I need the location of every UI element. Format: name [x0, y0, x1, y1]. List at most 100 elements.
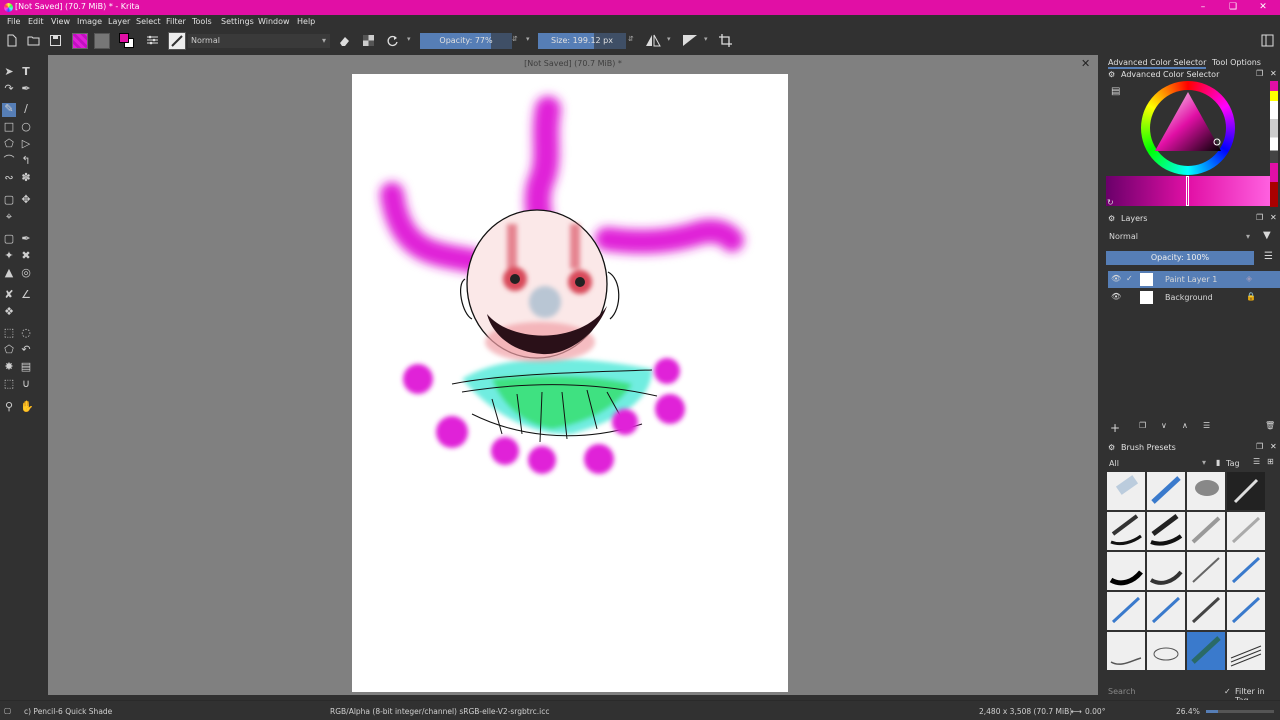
assistant-tool-icon[interactable]: ✘ — [3, 289, 15, 301]
move-tool-icon[interactable]: ✥ — [20, 194, 32, 206]
calligraphy-tool-icon[interactable]: ✒ — [20, 83, 32, 95]
tab-advanced-color-selector[interactable]: Advanced Color Selector — [1108, 58, 1207, 69]
duplicate-layer-icon[interactable]: ❐ — [1139, 421, 1146, 430]
settings-icon[interactable]: ⚙ — [1108, 70, 1115, 79]
brush-preset-pencil-light[interactable] — [1227, 512, 1265, 550]
close-icon[interactable]: ✕ — [1256, 1, 1270, 13]
brush-preset-icon[interactable] — [168, 32, 186, 50]
menu-view[interactable]: View — [51, 17, 70, 26]
opacity-slider[interactable]: Opacity: 77% — [420, 33, 512, 49]
preserve-alpha-icon[interactable] — [362, 34, 375, 47]
menu-edit[interactable]: Edit — [28, 17, 44, 26]
brush-preset-brush-black[interactable] — [1107, 552, 1145, 590]
filter-icon[interactable]: ▼ — [1263, 230, 1271, 241]
filter-in-tag-checkbox[interactable]: ✓ — [1224, 687, 1231, 696]
layer-blend-mode-select[interactable]: Normal ▾ — [1106, 230, 1253, 244]
brush-preset-sketch[interactable] — [1227, 552, 1265, 590]
float-docker-icon[interactable]: ❐ — [1256, 442, 1263, 451]
multibrush-tool-icon[interactable]: ✽ — [20, 172, 32, 184]
status-zoom[interactable]: 26.4% — [1176, 707, 1200, 716]
saturation-triangle[interactable] — [1141, 81, 1235, 175]
transform-tool-icon[interactable]: ▢ — [3, 194, 15, 206]
gradient-swatch[interactable] — [72, 33, 88, 49]
colorize-mask-tool-icon[interactable]: ✦ — [3, 250, 15, 262]
color-shade-strips[interactable] — [1106, 176, 1270, 206]
color-picker-tool-icon[interactable]: ✒ — [20, 233, 32, 245]
settings-icon[interactable]: ⚙ — [1108, 443, 1115, 452]
brush-preset-pencil-7[interactable] — [1147, 632, 1185, 670]
rectangular-selection-tool-icon[interactable]: ⬚ — [3, 327, 15, 339]
blend-mode-select[interactable]: Normal ▾ — [188, 34, 330, 48]
brush-preset-marker[interactable] — [1147, 512, 1185, 550]
close-docker-icon[interactable]: ✕ — [1270, 442, 1277, 451]
lock-icon[interactable]: 🔒 — [1246, 292, 1256, 301]
brush-preset-pencil-6[interactable] — [1107, 632, 1145, 670]
brush-preset-airbrush[interactable] — [1187, 472, 1225, 510]
smart-patch-tool-icon[interactable]: ✖ — [20, 250, 32, 262]
close-docker-icon[interactable]: ✕ — [1270, 213, 1277, 222]
layer-opacity-slider[interactable]: Opacity: 100% — [1106, 251, 1254, 265]
crop-tool-icon[interactable]: ⌖ — [3, 211, 15, 223]
bezier-curve-tool-icon[interactable]: ⌒ — [3, 155, 15, 167]
delete-layer-icon[interactable]: 🗑 — [1265, 421, 1275, 430]
menu-settings[interactable]: Settings — [221, 17, 254, 26]
add-layer-icon[interactable]: + — [1110, 421, 1120, 435]
brush-preset-brush-soft[interactable] — [1147, 552, 1185, 590]
size-slider[interactable]: Size: 199.12 px — [538, 33, 626, 49]
freehand-brush-tool-icon[interactable]: ✎ — [2, 103, 16, 117]
minimize-icon[interactable]: – — [1196, 1, 1210, 13]
maximize-icon[interactable]: ❑ — [1226, 1, 1240, 13]
float-docker-icon[interactable]: ❐ — [1256, 213, 1263, 222]
layer-row-paint-layer-1[interactable]: 👁 ✓ Paint Layer 1 ◈ — [1108, 271, 1280, 288]
view-menu-icon[interactable]: ☰ — [1253, 457, 1260, 466]
menu-image[interactable]: Image — [77, 17, 102, 26]
size-spin-icon[interactable]: ⇵ — [628, 35, 634, 43]
canvas-paper[interactable] — [352, 74, 788, 692]
text-tool-icon[interactable]: T — [20, 66, 32, 78]
dynamic-brush-tool-icon[interactable]: ∾ — [3, 172, 15, 184]
brush-preset-pencil-5[interactable] — [1227, 592, 1265, 630]
brush-preset-pencil-4[interactable] — [1187, 592, 1225, 630]
layer-properties-icon[interactable]: ◈ — [1246, 274, 1252, 283]
brush-settings-icon[interactable] — [146, 34, 159, 47]
pan-tool-icon[interactable]: ✋ — [20, 401, 34, 413]
foreground-background-color-icon[interactable] — [118, 32, 136, 50]
menu-window[interactable]: Window — [258, 17, 290, 26]
measure-tool-icon[interactable]: ∠ — [20, 289, 32, 301]
move-layer-down-icon[interactable]: ∨ — [1161, 421, 1167, 430]
rectangle-tool-icon[interactable]: □ — [3, 121, 15, 133]
brush-preset-eraser[interactable] — [1107, 472, 1145, 510]
reload-preset-icon[interactable] — [386, 34, 399, 47]
new-document-icon[interactable] — [5, 34, 18, 47]
layer-properties-icon[interactable]: ☰ — [1203, 421, 1210, 430]
menu-tools[interactable]: Tools — [192, 17, 212, 26]
close-document-icon[interactable]: ✕ — [1081, 57, 1090, 70]
close-docker-icon[interactable]: ✕ — [1270, 69, 1277, 78]
polygonal-selection-tool-icon[interactable]: ⬠ — [3, 344, 15, 356]
layer-row-background[interactable]: 👁 Background 🔒 — [1108, 289, 1280, 306]
eraser-icon[interactable] — [338, 34, 351, 47]
brush-preset-pencil-3[interactable] — [1147, 592, 1185, 630]
rotate-icon[interactable]: ⟷ — [1071, 707, 1082, 716]
wrap-around-crop-icon[interactable] — [719, 34, 732, 47]
brush-preset-ink-pen[interactable] — [1107, 512, 1145, 550]
polyline-tool-icon[interactable]: ▷ — [20, 138, 32, 150]
contiguous-selection-tool-icon[interactable]: ✸ — [3, 361, 15, 373]
menu-select[interactable]: Select — [136, 17, 161, 26]
fill-tool-icon[interactable]: ▲ — [3, 267, 15, 279]
tab-tool-options[interactable]: Tool Options — [1212, 58, 1261, 67]
bezier-selection-tool-icon[interactable]: ⬚ — [3, 378, 15, 390]
tag-label[interactable]: Tag — [1226, 459, 1240, 468]
ellipse-tool-icon[interactable]: ○ — [20, 121, 32, 133]
check-icon[interactable]: ✓ — [1126, 274, 1133, 283]
zoom-tool-icon[interactable]: ⚲ — [3, 401, 15, 413]
tag-icon[interactable]: ▮ — [1216, 458, 1220, 467]
brush-preset-pencil-grey[interactable] — [1187, 512, 1225, 550]
open-folder-icon[interactable] — [27, 34, 40, 47]
move-layer-up-icon[interactable]: ∧ — [1182, 421, 1188, 430]
pattern-swatch[interactable] — [94, 33, 110, 49]
save-icon[interactable] — [49, 34, 62, 47]
brush-preset-hatching[interactable] — [1227, 632, 1265, 670]
brush-preset-fine-liner[interactable] — [1187, 552, 1225, 590]
magnetic-selection-tool-icon[interactable]: ∪ — [20, 378, 32, 390]
